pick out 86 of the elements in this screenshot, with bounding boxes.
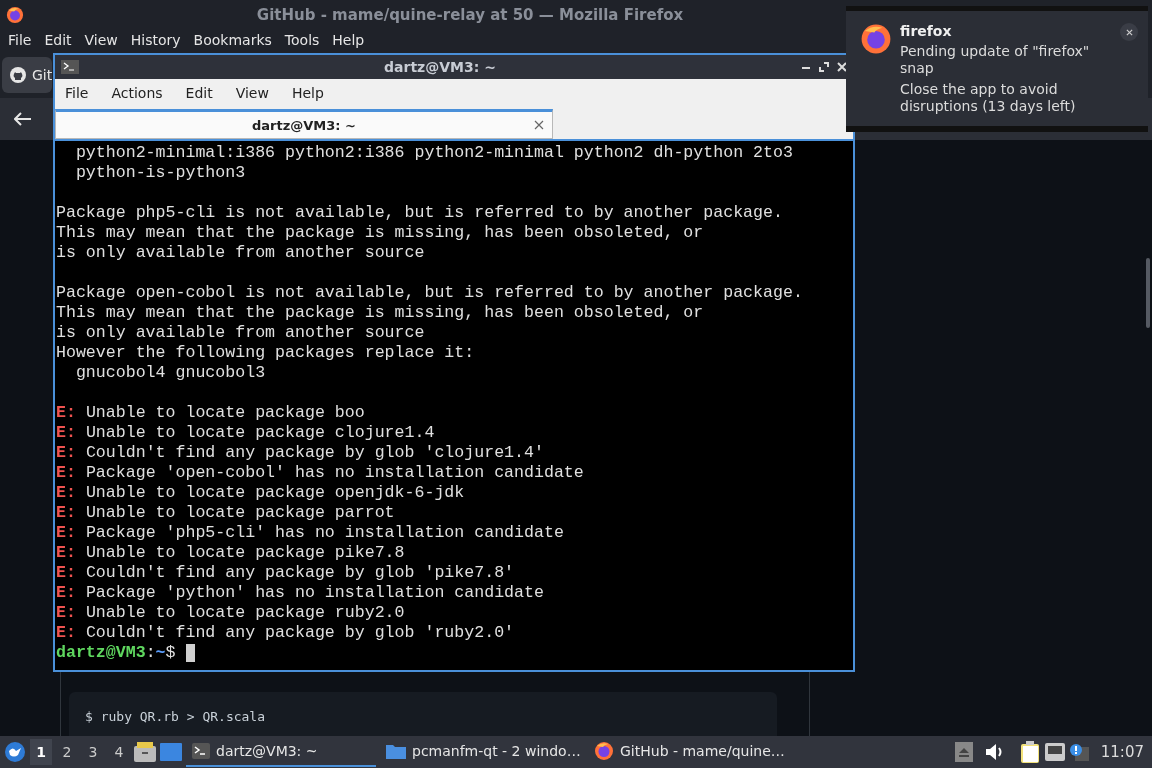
firefox-icon [860,23,892,55]
terminal-line: Couldn't find any package by glob 'pike7.8' [84,563,515,582]
menu-item[interactable]: Help [328,30,374,52]
alert-icon[interactable] [1068,743,1089,761]
firefox-icon [6,6,24,24]
file-cabinet-icon[interactable] [134,742,156,762]
terminal-line: Package open-cobol is not available, but is referred to by another package. [56,283,803,302]
network-icon[interactable] [1044,743,1065,761]
menu-item[interactable]: File [4,30,41,52]
prompt-symbol: $ [165,643,176,662]
terminal-line: is only available from another source [56,243,425,262]
notification-message: Pending update of "firefox" snap [900,43,1090,77]
window-title: GitHub - mame/quine-relay at 50 — Mozilla Firefox [255,6,685,24]
terminal-line: is only available from another source [56,323,425,342]
error-marker: E: [56,623,76,642]
close-button[interactable] [1120,23,1138,41]
github-icon [10,67,26,83]
prompt-separator: : [145,643,156,662]
taskbar-button[interactable]: dartz@VM3: ~ [186,737,376,767]
menu-item[interactable]: History [126,30,190,52]
workspace-button[interactable]: 3 [82,739,104,765]
error-marker: E: [56,543,76,562]
menu-item[interactable]: Bookmarks [189,30,281,52]
clipboard-icon[interactable] [1020,741,1041,763]
menu-item[interactable]: View [80,30,127,52]
menu-item[interactable]: View [235,85,280,101]
terminal-line: Package 'open-cobol' has no installation candidate [84,463,584,482]
eject-icon[interactable] [954,742,973,762]
terminal-tab[interactable]: dartz@VM3: ~ [55,109,553,139]
terminal-line: Package php5-cli is not available, but is referred to by another package. [56,203,783,222]
taskbar-button[interactable]: GitHub - mame/quine… [588,737,784,767]
menu-item[interactable]: Help [291,85,335,101]
close-icon [1125,28,1133,36]
browser-tab[interactable]: Git [2,57,52,93]
error-marker: E: [56,603,76,622]
error-marker: E: [56,563,76,582]
close-icon[interactable] [534,120,544,130]
terminal-line: Package 'php5-cli' has no installation candidate [84,523,564,542]
error-marker: E: [56,403,76,422]
terminal-icon [192,743,210,759]
notification-app: firefox [900,23,953,39]
terminal-line: This may mean that the package is missing, has been obsoleted, or [56,223,704,242]
firefox-icon [594,741,614,761]
terminal-icon [61,60,79,74]
workspace-button[interactable]: 4 [108,739,130,765]
code-block: $ ruby QR.rb > QR.scala [69,692,777,736]
menu-item[interactable]: Edit [40,30,81,52]
notification-detail: Close the app to avoid disruptions (13 days left) [900,81,1077,115]
prompt-user: dartz@VM3 [56,643,146,662]
maximize-icon[interactable] [819,62,829,72]
window-title: dartz@VM3: ~ [383,59,497,75]
terminal-line: Couldn't find any package by glob 'ruby2.0' [84,623,515,642]
folder-icon [386,743,406,759]
scrollbar[interactable] [1146,258,1150,328]
taskbar-button[interactable]: pcmanfm-qt - 2 windo… [380,737,584,767]
menu-item[interactable]: Actions [111,85,174,101]
terminal-line: However the following packages replace it: [56,343,475,362]
error-marker: E: [56,583,76,602]
menu-item[interactable]: File [65,85,100,101]
menu-item[interactable]: Edit [185,85,224,101]
terminal-line: Unable to locate package pike7.8 [84,543,405,562]
error-marker: E: [56,463,76,482]
terminal-line: Couldn't find any package by glob 'clojure1.4' [84,443,544,462]
terminal-line: Unable to locate package openjdk-6-jdk [84,483,465,502]
terminal-line: python-is-python3 [74,163,246,182]
terminal-line: python2-minimal:i386 python2:i386 python2-minimal python2 dh-python 2to3 [74,143,793,162]
error-marker: E: [56,523,76,542]
workspace-button[interactable]: 2 [56,739,78,765]
terminal-line: Unable to locate package boo [84,403,365,422]
terminal-line: Package 'python' has no installation candidate [84,583,544,602]
menu-item[interactable]: Tools [280,30,329,52]
terminal-line: Unable to locate package ruby2.0 [84,603,405,622]
error-marker: E: [56,483,76,502]
error-marker: E: [56,503,76,522]
prompt-path: ~ [155,643,166,662]
terminal-line: gnucobol4 gnucobol3 [74,363,266,382]
error-marker: E: [56,443,76,462]
back-arrow-icon[interactable] [14,112,32,126]
terminal-line: Unable to locate package clojure1.4 [84,423,435,442]
bird-logo-icon[interactable] [4,741,26,763]
terminal-line: Unable to locate package parrot [84,503,395,522]
workspace-button[interactable]: 1 [30,739,52,765]
error-marker: E: [56,423,76,442]
clock[interactable]: 11:07 [1100,743,1148,761]
text-cursor [185,643,195,662]
terminal-line: This may mean that the package is missing, has been obsoleted, or [56,303,704,322]
